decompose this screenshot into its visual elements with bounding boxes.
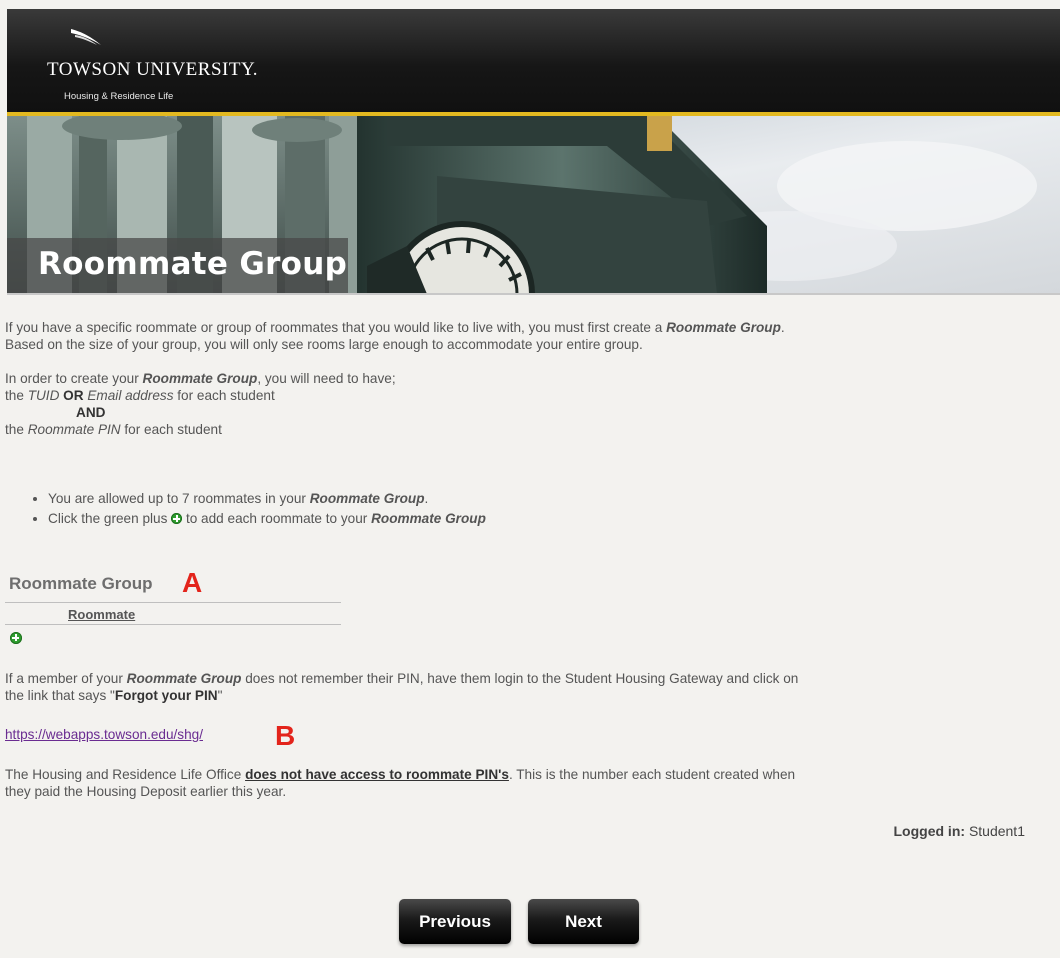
forgot-text: " xyxy=(217,688,223,703)
intro-line-1: If you have a specific roommate or group… xyxy=(5,319,785,336)
list-item: You are allowed up to 7 roommates in you… xyxy=(48,489,486,509)
instructions-list: You are allowed up to 7 roommates in you… xyxy=(25,489,486,529)
requirements-text: for each student xyxy=(120,422,222,437)
annotation-marker-b: B xyxy=(275,720,296,751)
banner-image: Roommate Group xyxy=(7,116,1060,294)
add-roommate-button[interactable] xyxy=(10,630,23,644)
roommate-group-term: Roommate Group xyxy=(666,320,781,335)
logged-in-status: Logged in: Student1 xyxy=(894,823,1026,839)
banner-divider xyxy=(7,293,1060,295)
pin-access-notice-line-1: The Housing and Residence Life Office do… xyxy=(5,766,795,783)
tuid-term: TUID xyxy=(27,388,60,403)
table-top-rule xyxy=(5,602,341,603)
requirements-text: for each student xyxy=(173,388,275,403)
no-access-term: does not have access to roommate PIN's xyxy=(245,767,509,782)
logged-in-label: Logged in: xyxy=(893,823,966,839)
and-term: AND xyxy=(76,405,106,420)
previous-button[interactable]: Previous xyxy=(399,899,511,944)
logged-in-user: Student1 xyxy=(968,823,1025,839)
roommate-group-term: Roommate Group xyxy=(309,491,425,506)
page: TOWSON UNIVERSITY. Housing & Residence L… xyxy=(0,0,1060,958)
roommate-pin-term: Roommate PIN xyxy=(27,422,121,437)
forgot-pin-line-2: the link that says "Forgot your PIN" xyxy=(5,687,222,704)
bullet-text: to add each roommate to your xyxy=(182,511,372,526)
requirements-text: the xyxy=(5,422,28,437)
bullet-text: . xyxy=(424,491,429,506)
university-name: TOWSON UNIVERSITY. xyxy=(47,59,258,80)
next-button[interactable]: Next xyxy=(528,899,639,944)
intro-text: . xyxy=(780,320,785,335)
roommate-column-header: Roommate xyxy=(68,607,136,622)
logo-swoosh-icon xyxy=(71,29,101,45)
roommate-group-term: Roommate Group xyxy=(126,671,242,686)
intro-text: If you have a specific roommate or group… xyxy=(5,320,667,335)
requirements-line-4: the Roommate PIN for each student xyxy=(5,421,222,438)
forgot-pin-line-1: If a member of your Roommate Group does … xyxy=(5,670,798,687)
bullet-text: Click the green plus xyxy=(48,511,172,526)
green-plus-icon xyxy=(10,632,22,644)
student-housing-gateway-link[interactable]: https://webapps.towson.edu/shg/ xyxy=(5,727,203,742)
site-header: TOWSON UNIVERSITY. Housing & Residence L… xyxy=(7,9,1060,114)
or-term: OR xyxy=(59,388,88,403)
green-plus-icon xyxy=(171,513,183,524)
forgot-pin-term: Forgot your PIN xyxy=(114,688,218,703)
email-term: Email address xyxy=(87,388,174,403)
notice-text: . This is the number each student create… xyxy=(508,767,796,782)
bullet-text: You are allowed up to 7 roommates in you… xyxy=(48,491,310,506)
requirements-line-2: the TUID OR Email address for each stude… xyxy=(5,387,275,404)
roommate-group-term: Roommate Group xyxy=(371,511,486,526)
department-name: Housing & Residence Life xyxy=(64,91,174,102)
table-header-rule xyxy=(5,624,341,625)
requirements-text: the xyxy=(5,388,28,403)
notice-text: The Housing and Residence Life Office xyxy=(5,767,246,782)
requirements-text: , you will need to have; xyxy=(257,371,396,386)
pin-access-notice-line-2: they paid the Housing Deposit earlier th… xyxy=(5,784,287,799)
forgot-text: the link that says " xyxy=(5,688,115,703)
requirements-text: In order to create your xyxy=(5,371,143,386)
roommate-group-term: Roommate Group xyxy=(142,371,258,386)
forgot-text: does not remember their PIN, have them l… xyxy=(241,671,799,686)
page-title: Roommate Group xyxy=(38,246,348,282)
forgot-text: If a member of your xyxy=(5,671,127,686)
requirements-line-1: In order to create your Roommate Group, … xyxy=(5,370,396,387)
intro-line-2: Based on the size of your group, you wil… xyxy=(5,337,643,352)
roommate-group-heading: Roommate Group xyxy=(9,574,153,593)
annotation-marker-a: A xyxy=(182,567,203,598)
list-item: Click the green plus to add each roommat… xyxy=(48,509,486,529)
